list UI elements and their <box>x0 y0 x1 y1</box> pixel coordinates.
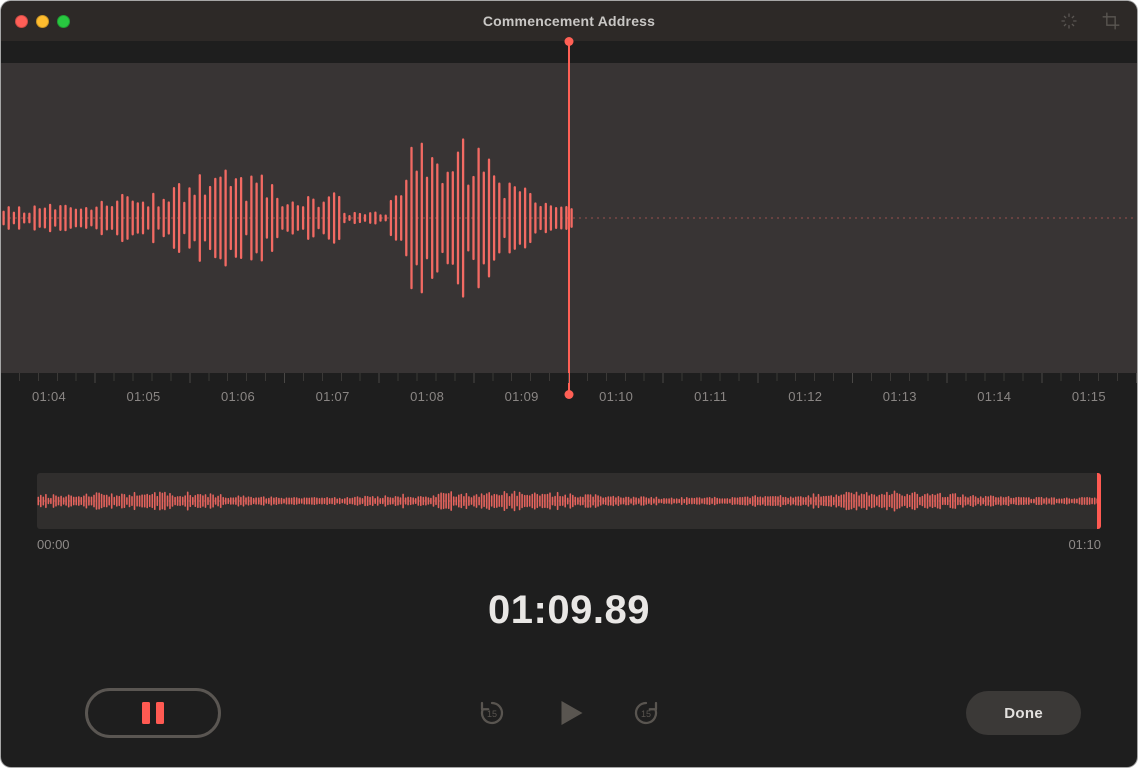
ruler-label: 01:15 <box>1059 389 1119 404</box>
zoom-icon[interactable] <box>57 15 70 28</box>
overview-end-time: 01:10 <box>1068 537 1101 552</box>
record-pause-button[interactable] <box>85 688 221 738</box>
minimize-icon[interactable] <box>36 15 49 28</box>
ruler-label: 01:14 <box>964 389 1024 404</box>
ruler-label: 01:13 <box>870 389 930 404</box>
overview-cursor[interactable] <box>1097 473 1101 529</box>
overview-svg <box>37 473 1101 529</box>
enhance-sparkle-icon[interactable] <box>1059 11 1079 31</box>
app-window: Commencement Address 01:0401:0501:0601:0… <box>1 1 1137 767</box>
rewind-seconds-label: 15 <box>487 709 497 719</box>
play-button[interactable] <box>551 695 587 731</box>
window-title: Commencement Address <box>1 13 1137 29</box>
waveform-detail[interactable] <box>1 63 1137 373</box>
ruler-label: 01:09 <box>492 389 552 404</box>
ruler-label: 01:07 <box>303 389 363 404</box>
window-controls <box>15 15 70 28</box>
close-icon[interactable] <box>15 15 28 28</box>
forward-15-button[interactable]: 15 <box>631 698 661 728</box>
forward-seconds-label: 15 <box>641 709 651 719</box>
rewind-15-button[interactable]: 15 <box>477 698 507 728</box>
titlebar-actions <box>1059 11 1121 31</box>
playhead[interactable] <box>568 41 570 395</box>
overview-start-time: 00:00 <box>37 537 70 552</box>
ruler-label: 01:05 <box>114 389 174 404</box>
titlebar: Commencement Address <box>1 1 1137 41</box>
ruler-label: 01:04 <box>19 389 79 404</box>
ruler-label: 01:12 <box>775 389 835 404</box>
content-area: 01:04 01:05 01:06 01:07 01:08 01:09 01:10 01:11… <box>1 41 1137 767</box>
overview-time-labels: 00:00 01:10 <box>37 537 1101 552</box>
transport-controls: 15 15 Done <box>1 683 1137 743</box>
ruler-label: 01:06 <box>208 389 268 404</box>
ruler-label: 01:10 <box>586 389 646 404</box>
done-button[interactable]: Done <box>966 691 1081 735</box>
pause-icon <box>142 702 164 724</box>
ruler-label: 01:11 <box>681 389 741 404</box>
ruler-label: 01:08 <box>397 389 457 404</box>
ruler-labels: 01:04 01:05 01:06 01:07 01:08 01:09 01:10 01:11… <box>19 389 1137 404</box>
time-ruler: 01:04 01:05 01:06 01:07 01:08 01:09 01:10 01:11… <box>1 373 1137 433</box>
waveform-overview[interactable] <box>37 473 1101 529</box>
elapsed-time: 01:09.89 <box>1 588 1137 633</box>
trim-crop-icon[interactable] <box>1101 11 1121 31</box>
